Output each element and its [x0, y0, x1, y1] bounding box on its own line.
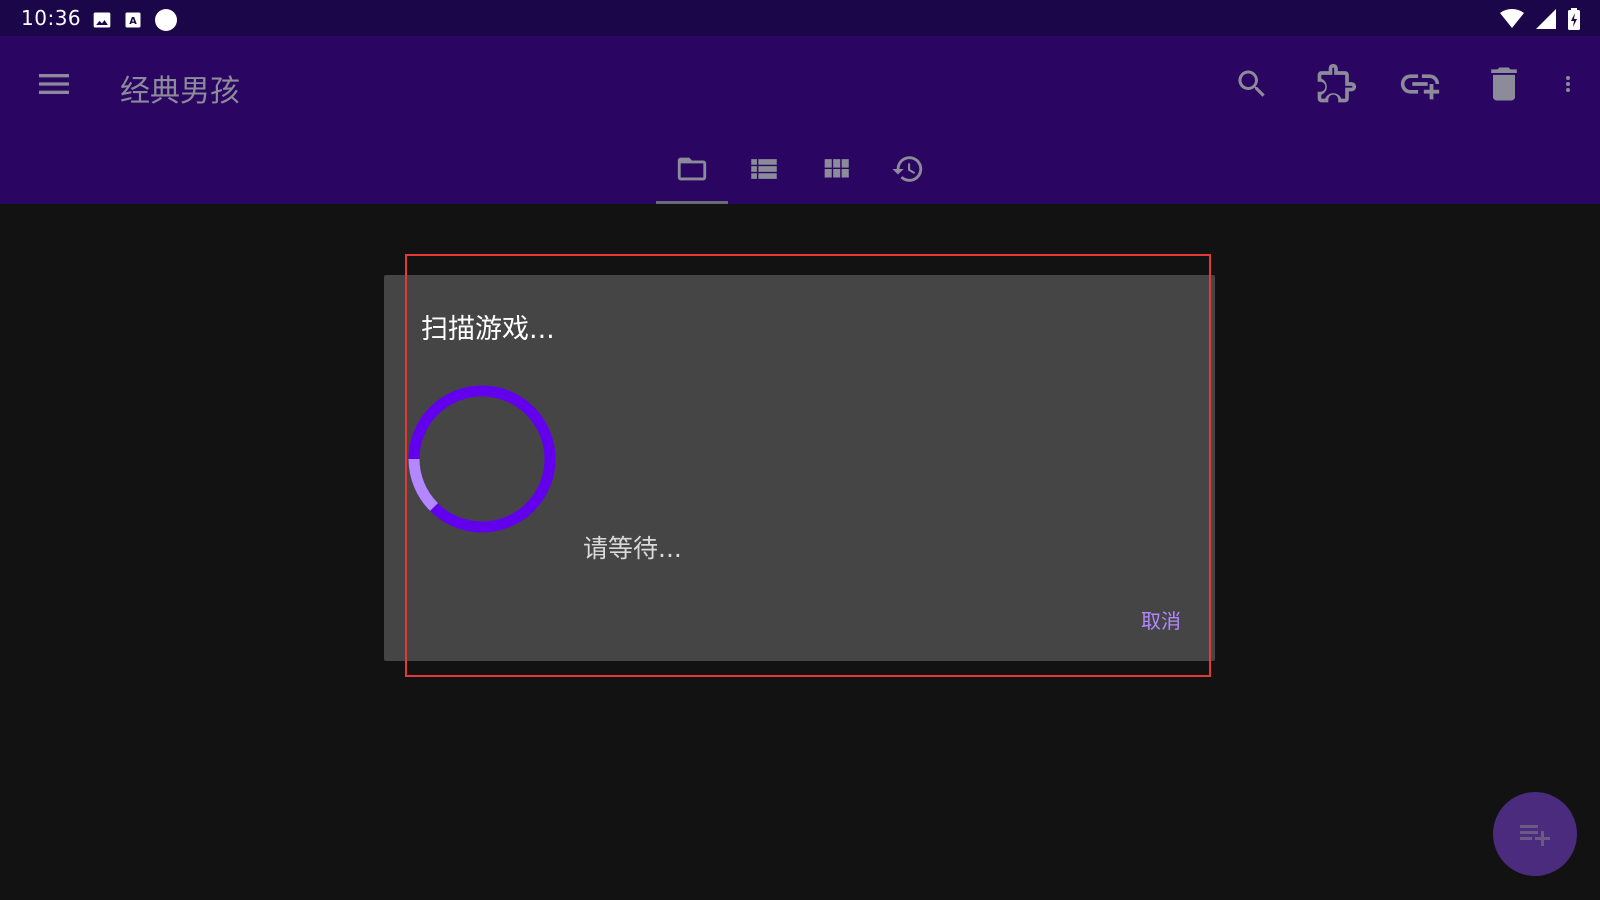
app-bar: 经典男孩 — [0, 36, 1600, 204]
folder-icon — [677, 157, 707, 181]
search-button[interactable] — [1228, 60, 1276, 108]
status-left-icons: A — [92, 8, 178, 36]
status-bar: 10:36 A — [0, 0, 1600, 36]
tab-history[interactable] — [872, 148, 944, 204]
trash-icon — [1491, 67, 1517, 101]
puzzle-icon — [1317, 63, 1357, 103]
grid-icon — [824, 159, 849, 178]
more-options-button[interactable] — [1556, 60, 1580, 108]
signal-icon — [1536, 9, 1556, 33]
delete-button[interactable] — [1480, 60, 1528, 108]
circle-icon — [154, 8, 178, 36]
list-icon — [751, 159, 777, 179]
tab-folder[interactable] — [656, 148, 728, 204]
add-link-icon — [1400, 74, 1440, 100]
more-vert-icon — [1566, 76, 1570, 92]
wifi-icon — [1500, 9, 1524, 33]
search-icon — [1238, 70, 1265, 97]
add-link-button[interactable] — [1396, 60, 1444, 108]
image-icon — [92, 10, 112, 34]
toolbar-actions — [1192, 60, 1580, 108]
menu-button[interactable] — [34, 64, 74, 104]
view-tabs — [656, 148, 944, 204]
tab-grid[interactable] — [800, 148, 872, 204]
app-bar-top: 经典男孩 — [0, 36, 1600, 130]
app-title: 经典男孩 — [120, 74, 240, 109]
tab-list[interactable] — [728, 148, 800, 204]
extensions-button[interactable] — [1312, 60, 1360, 108]
svg-text:A: A — [129, 16, 137, 27]
history-icon — [892, 156, 923, 182]
keyboard-a-icon: A — [124, 11, 142, 33]
highlight-box — [405, 254, 1211, 677]
menu-icon — [39, 74, 69, 94]
playlist-add-icon — [1520, 825, 1550, 846]
add-playlist-fab[interactable] — [1493, 792, 1577, 876]
status-right-icons — [1500, 8, 1580, 34]
battery-icon — [1568, 8, 1580, 34]
status-time: 10:36 — [21, 6, 82, 30]
